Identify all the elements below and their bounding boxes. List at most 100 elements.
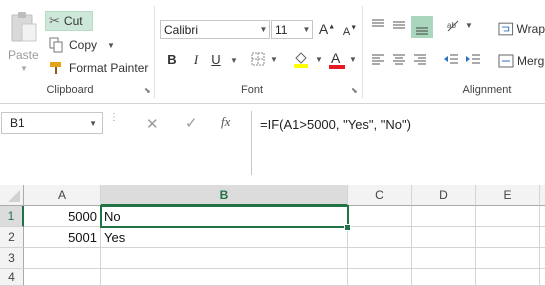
column-header-c[interactable]: C (348, 185, 412, 206)
insert-function-icon[interactable]: fx (221, 114, 230, 130)
top-align-icon (372, 19, 384, 27)
wrap-text-icon (498, 22, 514, 36)
copy-icon (49, 37, 63, 53)
cell-d2[interactable] (412, 227, 476, 248)
italic-button[interactable]: I (188, 52, 204, 68)
orientation-button[interactable]: ab ▼ (445, 18, 473, 38)
merge-center-button[interactable]: Merg (498, 51, 545, 71)
alignment-group-label: Alignment (462, 84, 512, 96)
copy-label: Copy (69, 38, 98, 52)
cell-d3[interactable] (412, 248, 476, 269)
font-size-select[interactable]: 11 ▼ (271, 20, 313, 39)
cell-c2[interactable] (348, 227, 412, 248)
column-header-f[interactable] (540, 185, 545, 206)
cell-e2[interactable] (476, 227, 540, 248)
wrap-text-button[interactable]: Wrap (498, 19, 545, 39)
increase-indent-button[interactable] (464, 50, 484, 70)
chevron-down-icon: ▼ (465, 21, 473, 30)
decrease-indent-button[interactable] (442, 50, 462, 70)
grow-font-button[interactable]: A▲ (318, 21, 336, 37)
cell-f3[interactable] (540, 248, 545, 269)
select-all-triangle-icon (8, 190, 20, 202)
paste-label: Paste (8, 48, 39, 62)
merge-icon (498, 54, 514, 68)
font-name-select[interactable]: Calibri ▼ (160, 20, 270, 39)
copy-button[interactable]: Copy ▼ (46, 35, 116, 55)
row-header-2[interactable]: 2 (0, 227, 24, 248)
formula-text: =IF(A1>5000, "Yes", "No") (260, 117, 411, 132)
middle-align-button[interactable] (390, 16, 410, 36)
paintbrush-icon (50, 62, 61, 74)
cell-d1[interactable] (412, 206, 476, 227)
orientation-icon: ab (447, 20, 459, 32)
clipboard-launcher-icon[interactable]: ⬊ (144, 86, 151, 95)
column-header-b[interactable]: B (101, 185, 348, 206)
font-launcher-icon[interactable]: ⬊ (351, 86, 358, 95)
chevron-down-icon: ▼ (302, 25, 311, 34)
align-right-icon (414, 54, 426, 65)
cell-b2[interactable]: Yes (101, 227, 348, 248)
group-divider (154, 6, 155, 98)
cell-f1[interactable] (540, 206, 545, 227)
cell-f4[interactable] (540, 269, 545, 286)
cell-a3[interactable] (24, 248, 101, 269)
cell-b1[interactable]: No (101, 206, 348, 227)
cell-f2[interactable] (540, 227, 545, 248)
font-color-button[interactable]: A ▼ (329, 50, 359, 70)
font-color-swatch (329, 65, 345, 69)
chevron-down-icon: ▼ (349, 55, 357, 64)
cut-label: Cut (63, 14, 83, 28)
formula-input[interactable]: =IF(A1>5000, "Yes", "No") (251, 111, 545, 175)
chevron-down-icon: ▼ (270, 55, 278, 64)
align-right-button[interactable] (411, 50, 431, 70)
align-left-icon (372, 54, 384, 65)
row-header-1[interactable]: 1 (0, 206, 24, 227)
paste-dropdown-icon[interactable]: ▼ (20, 64, 28, 73)
cell-a2[interactable]: 5001 (24, 227, 101, 248)
cell-a1[interactable]: 5000 (24, 206, 101, 227)
format-painter-button[interactable]: Format Painter (46, 58, 150, 78)
cell-c1[interactable] (348, 206, 412, 227)
align-left-button[interactable] (369, 50, 389, 70)
column-header-d[interactable]: D (412, 185, 476, 206)
name-box[interactable]: B1 ▼ (1, 112, 103, 134)
align-center-button[interactable] (390, 50, 410, 70)
cell-e3[interactable] (476, 248, 540, 269)
cell-e4[interactable] (476, 269, 540, 286)
bold-button[interactable]: B (164, 52, 180, 67)
copy-dropdown-icon[interactable]: ▼ (107, 41, 115, 50)
paste-icon (11, 12, 37, 42)
row-header-3[interactable]: 3 (0, 248, 24, 269)
row-header-4[interactable]: 4 (0, 269, 24, 286)
fill-bucket-icon (294, 52, 308, 68)
shrink-font-button[interactable]: A▼ (341, 23, 359, 38)
underline-button[interactable]: U (208, 52, 224, 67)
underline-dropdown-icon[interactable]: ▼ (230, 56, 238, 65)
scissors-icon: ✂ (49, 13, 60, 28)
cell-b3[interactable] (101, 248, 348, 269)
cancel-icon[interactable]: ✕ (146, 115, 159, 133)
ribbon: Paste ▼ ✂ Cut Copy ▼ Format Painter Clip… (0, 0, 545, 104)
cell-b4[interactable] (101, 269, 348, 286)
paste-button[interactable]: Paste ▼ (6, 8, 42, 73)
font-group-label: Font (240, 84, 263, 96)
cell-d4[interactable] (412, 269, 476, 286)
fill-handle[interactable] (344, 224, 351, 231)
cell-c3[interactable] (348, 248, 412, 269)
select-all-corner[interactable] (0, 185, 24, 206)
fill-color-button[interactable]: ▼ (293, 50, 323, 70)
clipboard-group-label: Clipboard (46, 84, 94, 96)
column-header-a[interactable]: A (24, 185, 101, 206)
cell-a4[interactable] (24, 269, 101, 286)
borders-button[interactable]: ▼ (251, 52, 279, 68)
top-align-button[interactable] (369, 16, 389, 36)
column-header-e[interactable]: E (476, 185, 540, 206)
bottom-align-button[interactable] (411, 16, 433, 38)
format-painter-label: Format Painter (69, 61, 149, 75)
cell-e1[interactable] (476, 206, 540, 227)
borders-icon (251, 52, 265, 66)
cut-button[interactable]: ✂ Cut (45, 11, 93, 31)
enter-icon[interactable]: ✓ (185, 114, 198, 132)
cell-c4[interactable] (348, 269, 412, 286)
formula-bar-resize-handle[interactable]: ⋮ (109, 113, 119, 130)
